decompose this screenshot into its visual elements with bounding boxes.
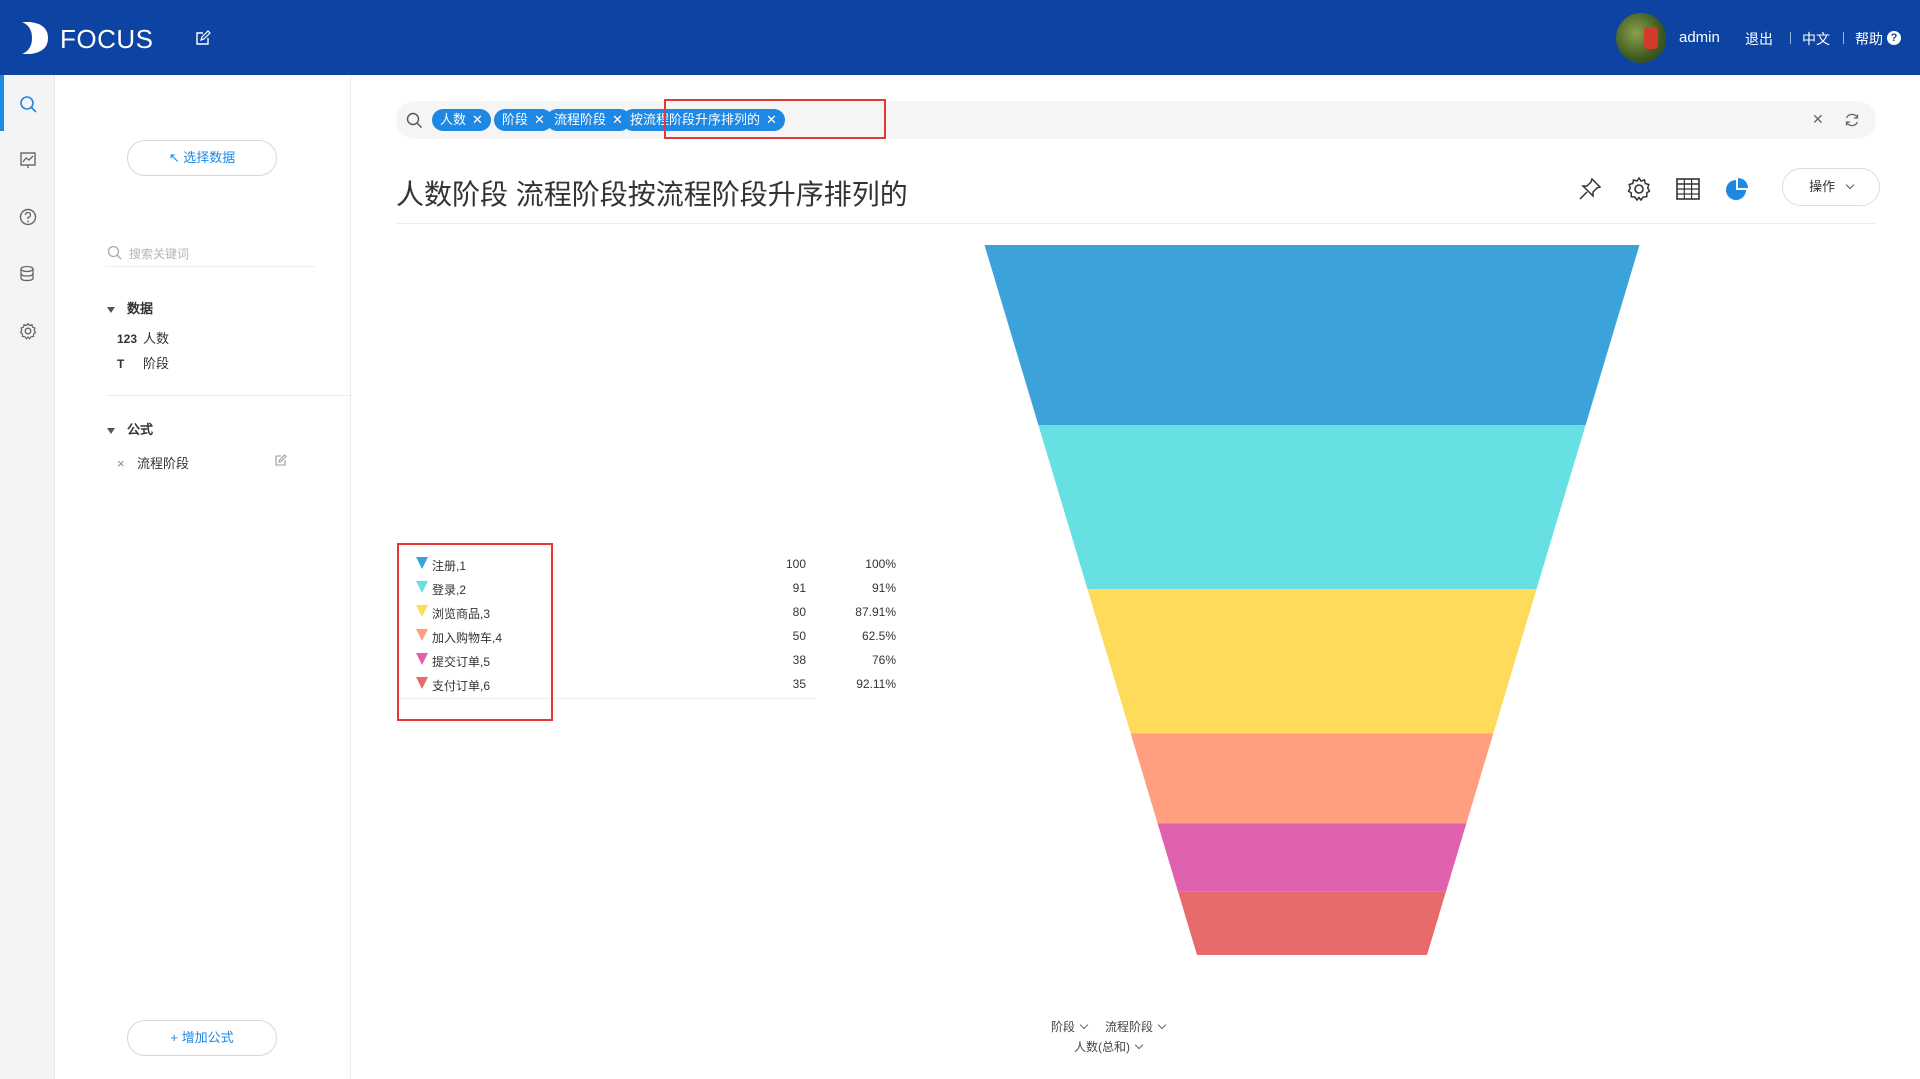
logout-link[interactable]: 退出	[1745, 29, 1773, 49]
field-label: 阶段	[143, 356, 170, 371]
legend-percent: 62.5%	[861, 629, 896, 643]
search-icon	[107, 245, 122, 260]
legend-value: 50	[792, 629, 806, 643]
table-icon[interactable]	[1674, 175, 1702, 203]
funnel-segment[interactable]	[1130, 733, 1494, 824]
collapse-icon	[107, 306, 115, 313]
legend-value: 91	[792, 581, 806, 595]
search-placeholder: 搜索关键词	[129, 247, 190, 261]
axis-label: 人数(总和)	[1074, 1040, 1130, 1054]
funnel-segment[interactable]	[1178, 891, 1446, 955]
axis-label: 流程阶段	[1105, 1020, 1154, 1034]
help-icon[interactable]: ?	[1887, 31, 1901, 45]
rail-active-indicator	[0, 75, 4, 131]
refresh-icon[interactable]	[1844, 112, 1860, 128]
add-formula-button[interactable]: + 增加公式	[127, 1020, 277, 1056]
highlight-box	[397, 543, 553, 721]
formula-label: 流程阶段	[137, 456, 190, 471]
legend-value: 35	[792, 677, 806, 691]
divider	[396, 223, 1876, 224]
search-input[interactable]: 搜索关键词	[105, 237, 315, 267]
avatar[interactable]	[1616, 13, 1666, 63]
number-type-icon: 123	[117, 332, 138, 346]
chip-close-icon[interactable]: ✕	[534, 112, 545, 127]
field-label: 人数	[143, 331, 170, 346]
query-input[interactable]: 人数 ✕ 阶段 ✕ 流程阶段 ✕ 按流程阶段升序排列的 ✕ ✕	[396, 101, 1876, 139]
separator	[1790, 32, 1791, 44]
focus-logo-icon[interactable]	[20, 20, 50, 56]
legend-value: 100	[785, 557, 806, 571]
pie-chart-icon[interactable]	[1723, 175, 1751, 203]
legend-percent: 91%	[871, 581, 896, 595]
gear-icon[interactable]	[18, 321, 38, 341]
legend-value: 38	[792, 653, 806, 667]
funnel-segment[interactable]	[984, 245, 1640, 426]
chevron-down-icon	[1079, 1020, 1089, 1030]
chevron-down-icon	[1157, 1020, 1167, 1030]
page-title: 人数阶段 流程阶段按流程阶段升序排列的	[396, 179, 908, 210]
search-icon	[406, 112, 422, 128]
query-chip[interactable]: 流程阶段 ✕	[546, 109, 631, 131]
field-stage[interactable]: T 阶段	[117, 353, 169, 372]
select-data-button[interactable]: ↖ 选择数据	[127, 140, 277, 176]
y-axis-control[interactable]: 人数(总和)	[1074, 1038, 1144, 1055]
delete-icon[interactable]: ×	[117, 456, 137, 471]
legend-percent: 87.91%	[855, 605, 896, 619]
funnel-segment[interactable]	[1087, 589, 1537, 734]
collapse-icon	[107, 427, 115, 434]
x-axis-control[interactable]: 流程阶段	[1105, 1018, 1167, 1035]
dashboard-icon[interactable]	[18, 150, 38, 170]
operations-label: 操作	[1809, 179, 1836, 194]
user-name[interactable]: admin	[1679, 29, 1720, 46]
text-type-icon: T	[117, 357, 125, 371]
help-circle-icon[interactable]	[18, 207, 38, 227]
clear-query-icon[interactable]: ✕	[1812, 111, 1824, 128]
edit-formula-icon[interactable]	[274, 453, 288, 467]
data-section-header[interactable]: 数据	[107, 298, 153, 317]
divider	[107, 395, 352, 396]
legend-percent: 92.11%	[856, 677, 896, 691]
axis-label: 阶段	[1051, 1020, 1076, 1034]
separator	[1843, 32, 1844, 44]
search-icon[interactable]	[18, 94, 38, 114]
field-people[interactable]: 123 人数	[117, 328, 169, 347]
formula-section-label: 公式	[127, 422, 154, 437]
logo-text[interactable]: FOCUS	[60, 24, 154, 55]
chip-label: 阶段	[502, 112, 529, 127]
chevron-down-icon	[1845, 180, 1855, 190]
language-link[interactable]: 中文	[1802, 29, 1830, 49]
chip-label: 流程阶段	[554, 112, 607, 127]
pin-icon[interactable]	[1576, 175, 1604, 203]
gear-icon[interactable]	[1625, 175, 1653, 203]
chevron-down-icon	[1134, 1040, 1144, 1050]
data-panel: ↖ 选择数据 搜索关键词 数据 123 人数 T 阶段 公式 × 流程阶段 + 增加公…	[55, 75, 352, 1079]
funnel-segment[interactable]	[1038, 425, 1586, 590]
formula-section-header[interactable]: 公式	[107, 419, 153, 438]
edit-icon[interactable]	[194, 29, 212, 47]
legend-value: 80	[792, 605, 806, 619]
chip-label: 人数	[440, 112, 467, 127]
help-link[interactable]: 帮助	[1855, 29, 1883, 49]
database-icon[interactable]	[18, 264, 38, 284]
highlight-box	[664, 99, 886, 139]
chip-close-icon[interactable]: ✕	[472, 112, 483, 127]
funnel-segment[interactable]	[1157, 823, 1467, 892]
data-section-label: 数据	[127, 301, 154, 316]
top-bar: FOCUS admin 退出 中文 帮助 ?	[0, 0, 1920, 75]
operations-button[interactable]: 操作	[1782, 168, 1880, 206]
legend-percent: 100%	[865, 557, 896, 571]
funnel-chart	[984, 245, 1640, 955]
main-area: 人数 ✕ 阶段 ✕ 流程阶段 ✕ 按流程阶段升序排列的 ✕ ✕ 人数阶段 流程阶段按流程…	[352, 75, 1920, 1079]
query-chip[interactable]: 阶段 ✕	[494, 109, 553, 131]
query-chip[interactable]: 人数 ✕	[432, 109, 491, 131]
x-axis-control[interactable]: 阶段	[1051, 1018, 1089, 1035]
nav-rail	[0, 75, 55, 1079]
legend-percent: 76%	[871, 653, 896, 667]
formula-item[interactable]: × 流程阶段	[117, 453, 189, 472]
